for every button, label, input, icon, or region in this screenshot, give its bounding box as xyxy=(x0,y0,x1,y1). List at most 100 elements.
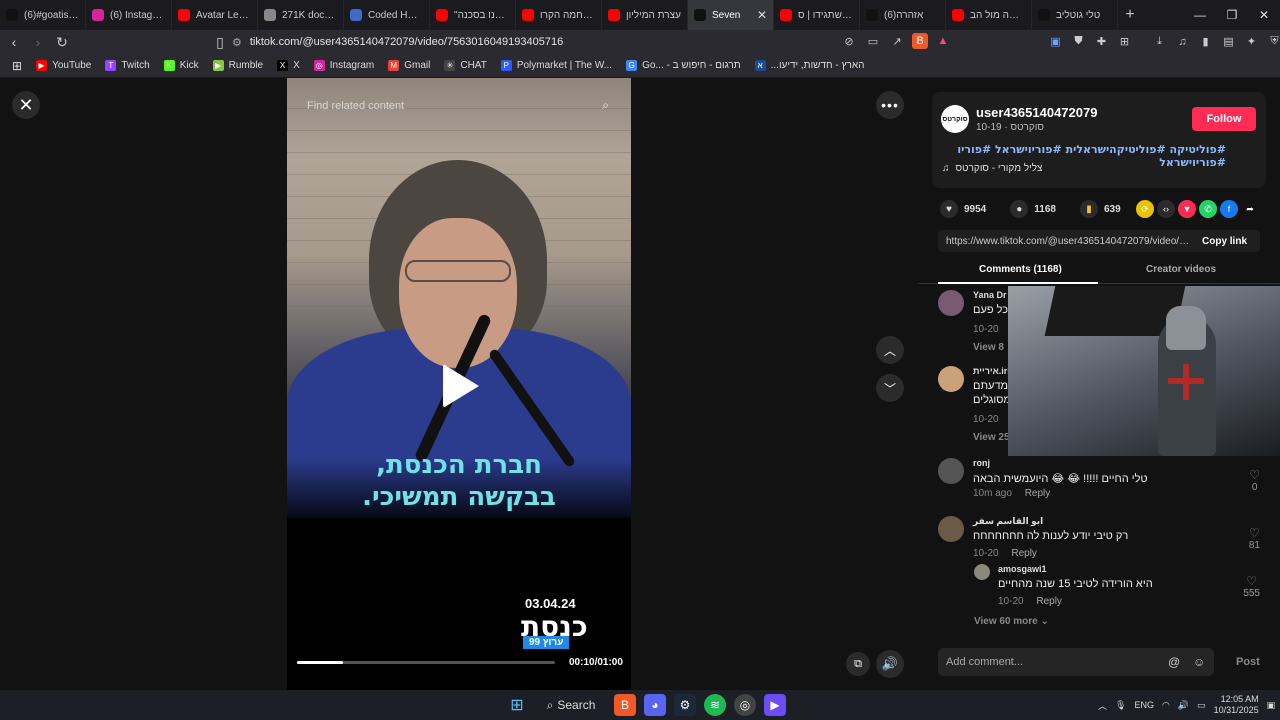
brave-rewards-icon[interactable]: ▲ xyxy=(934,32,952,50)
tab-comments[interactable]: Comments (1168) xyxy=(979,264,1062,275)
volume-icon[interactable]: 🔊 xyxy=(1178,700,1189,711)
commenter-name[interactable]: איריית.irit xyxy=(973,366,1013,376)
bookmark-item[interactable]: א ...הארץ - חדשות, ידיעו xyxy=(749,56,871,76)
bookmark-page-icon[interactable]: ▯ xyxy=(210,32,230,52)
chrome-app-icon[interactable]: ◎ xyxy=(734,694,756,716)
reply-button[interactable]: Reply xyxy=(1011,548,1037,559)
commenter-avatar[interactable] xyxy=(938,290,964,316)
apps-grid-icon[interactable]: ⊞ xyxy=(6,56,28,76)
puzzle-extension-icon[interactable]: ✚ xyxy=(1092,32,1111,51)
bookmark-item[interactable]: ▶ Rumble xyxy=(207,56,269,76)
brave-browser-icon[interactable]: B xyxy=(614,694,636,716)
video-player[interactable]: Find related content ⌕ חברת הכנסת, בבקשה… xyxy=(287,78,631,690)
view-more-replies-link[interactable]: View 60 more ⌄ xyxy=(974,616,1049,627)
view-replies-link[interactable]: View 25 xyxy=(973,432,1010,443)
vpn-icon[interactable]: ⛨ xyxy=(1265,32,1280,51)
browser-tab[interactable]: 271K documen xyxy=(258,0,344,30)
browser-tab[interactable]: (6)#goatis #fyp xyxy=(0,0,86,30)
browser-tab[interactable]: Avatar Legends xyxy=(172,0,258,30)
download-icon[interactable]: ⤓ xyxy=(1150,32,1169,51)
cast-icon[interactable]: ▭ xyxy=(864,32,882,50)
shield-extension-icon[interactable]: ⛊ xyxy=(1069,32,1088,51)
brave-shields-icon[interactable]: B xyxy=(912,33,928,49)
video-link[interactable]: https://www.tiktok.com/@user436514047207… xyxy=(946,236,1190,247)
browser-tab[interactable]: המלחמה הקרו xyxy=(516,0,602,30)
sidebar-icon[interactable]: ▮ xyxy=(1196,32,1215,51)
windows-start-icon[interactable]: ⊞ xyxy=(506,694,528,716)
embed-icon[interactable]: ‹› xyxy=(1157,200,1175,218)
repost-icon[interactable]: ⟳ xyxy=(1136,200,1154,218)
browser-tab[interactable]: "אנחנו בסכנה xyxy=(430,0,516,30)
commenter-name[interactable]: Yana Dr xyxy=(973,290,1007,300)
leo-ai-icon[interactable]: ✦ xyxy=(1242,32,1261,51)
copy-link-button[interactable]: Copy link xyxy=(1202,236,1247,247)
reply-button[interactable]: Reply xyxy=(1025,488,1051,499)
microphone-icon[interactable]: 🎙 xyxy=(1115,700,1126,711)
browser-tab[interactable]: (6)אזהרה xyxy=(860,0,946,30)
browser-tab[interactable]: מה שתגידו | ס xyxy=(774,0,860,30)
play-icon[interactable] xyxy=(443,364,479,408)
browser-tab[interactable]: טלי גוטליב xyxy=(1032,0,1118,30)
taskbar-search[interactable]: ⌕ Search xyxy=(536,694,606,716)
commenter-name[interactable]: amosgawi1 xyxy=(998,564,1047,574)
discord-icon[interactable]: ◕ xyxy=(644,694,666,716)
bookmark-item[interactable]: ▶ YouTube xyxy=(30,56,97,76)
wifi-icon[interactable]: ◠ xyxy=(1162,700,1170,711)
whatsapp-icon[interactable]: ✆ xyxy=(1199,200,1217,218)
minimize-icon[interactable]: — xyxy=(1184,0,1216,30)
close-tab-icon[interactable]: ✕ xyxy=(757,8,767,22)
chevron-up-icon[interactable]: ︿ xyxy=(1098,699,1107,712)
bookmark-item[interactable]: ◎ Instagram xyxy=(308,56,380,76)
browser-tab[interactable]: (6) Instagram xyxy=(86,0,172,30)
bookmark-item[interactable]: XX xyxy=(271,56,306,76)
find-related-search[interactable]: Find related content xyxy=(307,100,404,112)
browser-tab[interactable]: מחאה מול הב xyxy=(946,0,1032,30)
media-player-icon[interactable]: ▶ xyxy=(764,694,786,716)
follow-button[interactable]: Follow xyxy=(1192,107,1256,131)
wallet-icon[interactable]: ▤ xyxy=(1219,32,1238,51)
system-clock[interactable]: 12:05 AM 10/31/2025 xyxy=(1214,694,1259,716)
emoji-icon[interactable]: ☺ xyxy=(1193,655,1205,669)
browser-tab[interactable]: Coded Hate: Ea xyxy=(344,0,430,30)
volume-button[interactable]: 🔊 xyxy=(876,650,904,678)
restore-icon[interactable]: ❐ xyxy=(1216,0,1248,30)
send-to-friends-icon[interactable]: ▼ xyxy=(1178,200,1196,218)
commenter-avatar[interactable] xyxy=(938,516,964,542)
video-progress-bar[interactable] xyxy=(297,661,555,664)
browser-tab[interactable]: Seven ✕ xyxy=(688,0,774,30)
commenter-avatar[interactable] xyxy=(938,366,964,392)
author-avatar[interactable]: סוקרטס xyxy=(941,105,969,133)
site-settings-icon[interactable]: ⚙ xyxy=(232,36,242,49)
facebook-icon[interactable]: f xyxy=(1220,200,1238,218)
bookmark-item[interactable]: T Twitch xyxy=(99,56,155,76)
commenter-name[interactable]: ronj xyxy=(973,458,990,468)
notifications-icon[interactable]: ▣ xyxy=(1267,700,1276,711)
mention-icon[interactable]: @ xyxy=(1168,655,1180,669)
share-arrow-icon[interactable]: ➦ xyxy=(1241,200,1259,218)
commenter-name[interactable]: ابو القاسم سفر xyxy=(973,516,1043,527)
next-video-button[interactable]: ﹀ xyxy=(876,374,904,402)
more-options-button[interactable]: ••• xyxy=(876,91,904,119)
previous-video-button[interactable]: ︿ xyxy=(876,336,904,364)
bookmark-item[interactable]: K Kick xyxy=(158,56,205,76)
close-window-icon[interactable]: ✕ xyxy=(1248,0,1280,30)
back-icon[interactable]: ‹ xyxy=(4,32,24,52)
steam-icon[interactable]: ⚙ xyxy=(674,694,696,716)
mute-tab-icon[interactable]: ⊘ xyxy=(840,32,858,50)
bookmark-item[interactable]: ✳ CHAT xyxy=(438,56,492,76)
music-row[interactable]: ♫ צליל מקורי - סוקרטס xyxy=(942,163,1043,174)
bookmark-icon[interactable]: ▮ xyxy=(1079,200,1098,218)
new-tab-button[interactable]: + xyxy=(1118,0,1142,30)
spotify-icon[interactable]: ≋ xyxy=(704,694,726,716)
extension-counter-icon[interactable]: ▣ xyxy=(1046,32,1065,51)
reload-icon[interactable]: ↻ xyxy=(52,32,72,52)
commenter-avatar[interactable] xyxy=(938,458,964,484)
comment-like[interactable]: ♡ 0 xyxy=(1249,468,1260,493)
author-username[interactable]: user4365140472079 xyxy=(976,105,1097,120)
comment-icon[interactable]: ● xyxy=(1010,200,1029,218)
view-replies-link[interactable]: View 8 xyxy=(973,342,1004,353)
translate-icon[interactable]: ⊞ xyxy=(1115,32,1134,51)
tab-creator-videos[interactable]: Creator videos xyxy=(1146,264,1216,275)
search-icon[interactable]: ⌕ xyxy=(602,98,609,113)
heart-icon[interactable]: ♥ xyxy=(940,200,958,218)
